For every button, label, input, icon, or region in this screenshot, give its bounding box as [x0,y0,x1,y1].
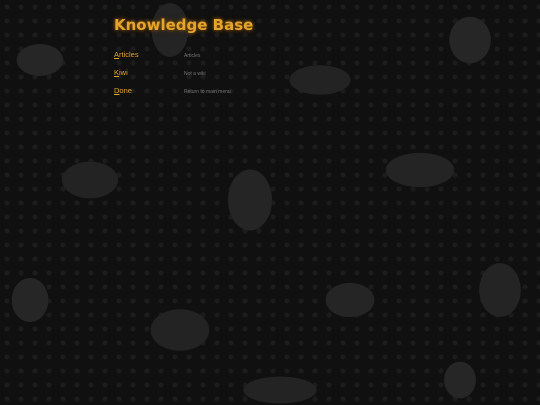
page-title: Knowledge Base [114,16,254,34]
menu-item-label[interactable]: Kiwi [114,68,128,77]
menu-item-articles[interactable]: Articles Articles [114,50,414,68]
menu-item-label[interactable]: Articles [114,50,139,59]
menu-item-label-rest: one [119,86,132,95]
menu-item-kiwi[interactable]: Kiwi Not a wiki [114,68,414,86]
menu-item-description: Articles [184,53,201,59]
menu-item-done[interactable]: Done Return to main menu [114,86,414,104]
menu-item-description: Return to main menu [184,89,231,95]
menu-item-label-rest: iwi [119,68,128,77]
main-menu: Articles Articles Kiwi Not a wiki Done R… [114,50,414,104]
menu-item-label[interactable]: Done [114,86,132,95]
menu-item-label-rest: rticles [119,50,139,59]
menu-item-description: Not a wiki [184,71,206,77]
